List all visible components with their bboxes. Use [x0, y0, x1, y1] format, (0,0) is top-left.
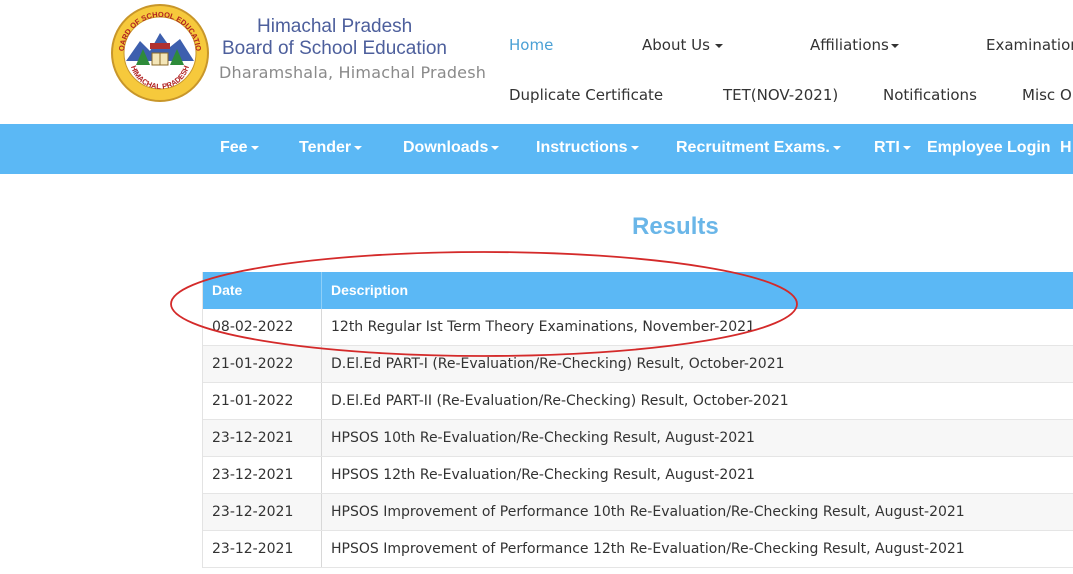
table-row[interactable]: 23-12-2021 HPSOS Improvement of Performan… — [203, 494, 1073, 531]
menu-employee-login[interactable]: Employee Login — [927, 139, 1051, 157]
menu-recruitment-exams[interactable]: Recruitment Exams. — [676, 139, 841, 157]
nav-examinations[interactable]: Examinations — [986, 36, 1073, 54]
nav-misc-label: Misc Or — [1022, 86, 1073, 104]
chevron-down-icon — [832, 145, 841, 150]
nav-affiliations[interactable]: Affiliations — [810, 36, 899, 54]
row-description-link[interactable]: HPSOS 10th Re-Evaluation/Re-Checking Res… — [322, 420, 1073, 456]
table-row[interactable]: 23-12-2021 HPSOS 10th Re-Evaluation/Re-Ch… — [203, 420, 1073, 457]
nav-notifications[interactable]: Notifications — [883, 86, 977, 104]
row-description-link[interactable]: D.El.Ed PART-I (Re-Evaluation/Re-Checkin… — [322, 346, 1073, 382]
chevron-down-icon — [354, 145, 363, 150]
row-description-link[interactable]: HPSOS Improvement of Performance 12th Re… — [322, 531, 1073, 567]
brand-subtitle: Dharamshala, Himachal Pradesh — [219, 63, 487, 82]
header-date: Date — [203, 272, 322, 309]
row-date: 23-12-2021 — [203, 457, 322, 493]
brand-line-1: Himachal Pradesh — [257, 16, 413, 37]
table-row[interactable]: 21-01-2022 D.El.Ed PART-II (Re-Evaluation… — [203, 383, 1073, 420]
nav-duplicate-label: Duplicate Certificate — [509, 86, 664, 104]
nav-examinations-label: Examinations — [986, 36, 1073, 54]
menu-instructions-label: Instructions — [536, 139, 628, 156]
row-date: 23-12-2021 — [203, 494, 322, 530]
row-description-link[interactable]: D.El.Ed PART-II (Re-Evaluation/Re-Checki… — [322, 383, 1073, 419]
row-description-link[interactable]: HPSOS 12th Re-Evaluation/Re-Checking Res… — [322, 457, 1073, 493]
brand-line-2: Board of School Education — [222, 38, 447, 59]
table-row[interactable]: 08-02-2022 12th Regular Ist Term Theory E… — [203, 309, 1073, 346]
menu-tender-label: Tender — [299, 139, 352, 156]
row-date: 23-12-2021 — [203, 531, 322, 567]
row-date: 21-01-2022 — [203, 346, 322, 382]
nav-affiliations-label: Affiliations — [810, 36, 889, 54]
menu-more[interactable]: H — [1060, 139, 1072, 157]
menu-rti-label: RTI — [874, 139, 900, 156]
menu-downloads[interactable]: Downloads — [403, 139, 500, 157]
menu-instructions[interactable]: Instructions — [536, 139, 639, 157]
menu-fee[interactable]: Fee — [220, 139, 259, 157]
nav-about-us[interactable]: About Us — [642, 36, 723, 54]
nav-home-label: Home — [509, 36, 554, 54]
chevron-down-icon — [630, 145, 639, 150]
row-date: 21-01-2022 — [203, 383, 322, 419]
menu-more-label: H — [1060, 139, 1072, 156]
nav-about-label: About Us — [642, 36, 710, 54]
results-table: Date Description 08-02-2022 12th Regular … — [202, 272, 1073, 568]
nav-tet[interactable]: TET(NOV-2021) — [723, 86, 838, 104]
menu-recruitment-label: Recruitment Exams. — [676, 139, 830, 156]
nav-misc[interactable]: Misc Or — [1022, 86, 1073, 104]
nav-notifications-label: Notifications — [883, 86, 977, 104]
header-description: Description — [331, 282, 409, 298]
row-description-link[interactable]: HPSOS Improvement of Performance 10th Re… — [322, 494, 1073, 530]
chevron-down-icon — [890, 43, 899, 48]
nav-home[interactable]: Home — [509, 36, 553, 54]
chevron-down-icon — [491, 145, 500, 150]
row-date: 23-12-2021 — [203, 420, 322, 456]
chevron-down-icon — [714, 43, 723, 48]
table-row[interactable]: 23-12-2021 HPSOS 12th Re-Evaluation/Re-Ch… — [203, 457, 1073, 494]
row-date: 08-02-2022 — [203, 309, 322, 345]
nav-tet-label: TET(NOV-2021) — [723, 86, 839, 104]
menu-downloads-label: Downloads — [403, 139, 489, 156]
page-title: Results — [632, 213, 719, 240]
nav-duplicate-certificate[interactable]: Duplicate Certificate — [509, 86, 663, 104]
table-row[interactable]: 23-12-2021 HPSOS Improvement of Performan… — [203, 531, 1073, 568]
row-description-link[interactable]: 12th Regular Ist Term Theory Examination… — [322, 309, 1073, 345]
hpbose-logo-icon[interactable]: BOARD OF SCHOOL EDUCATION HIMACHAL PRADE… — [110, 3, 210, 103]
chevron-down-icon — [902, 145, 911, 150]
table-row[interactable]: 21-01-2022 D.El.Ed PART-I (Re-Evaluation/… — [203, 346, 1073, 383]
chevron-down-icon — [250, 145, 259, 150]
main-menu-bar: Fee Tender Downloads Instructions Recrui… — [0, 124, 1073, 174]
menu-rti[interactable]: RTI — [874, 139, 911, 157]
menu-fee-label: Fee — [220, 139, 248, 156]
table-header: Date Description — [203, 272, 1073, 309]
site-header: BOARD OF SCHOOL EDUCATION HIMACHAL PRADE… — [0, 0, 1073, 124]
table-body: 08-02-2022 12th Regular Ist Term Theory E… — [203, 309, 1073, 568]
menu-tender[interactable]: Tender — [299, 139, 363, 157]
menu-employee-login-label: Employee Login — [927, 139, 1051, 156]
